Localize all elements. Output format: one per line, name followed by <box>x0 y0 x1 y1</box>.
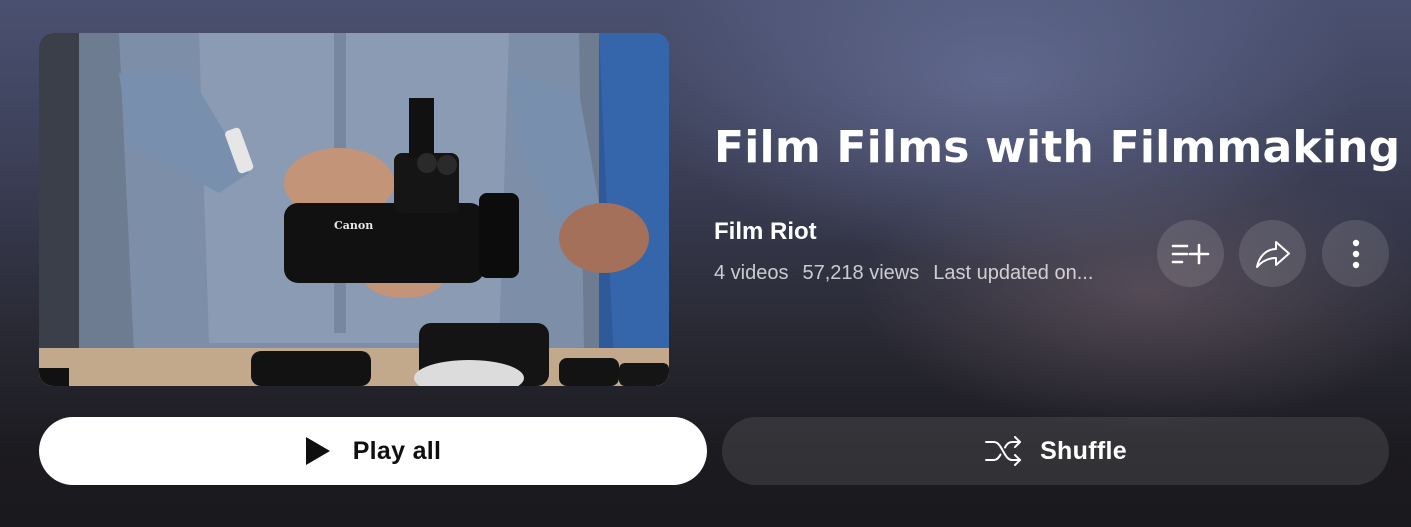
play-all-button[interactable]: Play all <box>39 417 707 485</box>
playlist-add-icon <box>1171 243 1209 264</box>
video-count: 4 videos <box>714 262 789 284</box>
more-vertical-icon <box>1352 239 1359 268</box>
play-all-label: Play all <box>352 436 442 465</box>
save-playlist-button[interactable] <box>1157 220 1224 287</box>
share-button[interactable] <box>1239 220 1306 287</box>
share-icon <box>1255 240 1290 268</box>
more-actions-button[interactable] <box>1322 220 1389 287</box>
shuffle-label: Shuffle <box>1040 436 1127 465</box>
playlist-thumbnail[interactable]: Canon <box>39 33 669 386</box>
view-count: 57,218 views <box>802 262 920 284</box>
shuffle-button[interactable]: Shuffle <box>722 417 1389 485</box>
thumbnail-brand-text: Canon <box>334 219 373 232</box>
last-updated: Last updated on... <box>933 262 1094 284</box>
channel-name-link[interactable]: Film Riot <box>714 218 817 246</box>
play-icon <box>305 437 330 465</box>
playlist-title: Film Films with Filmmaking <box>714 122 1401 173</box>
thumbnail-image: Canon <box>39 33 669 386</box>
playlist-meta: 4 videos 57,218 views Last updated on... <box>714 262 1093 285</box>
shuffle-icon <box>985 436 1022 466</box>
